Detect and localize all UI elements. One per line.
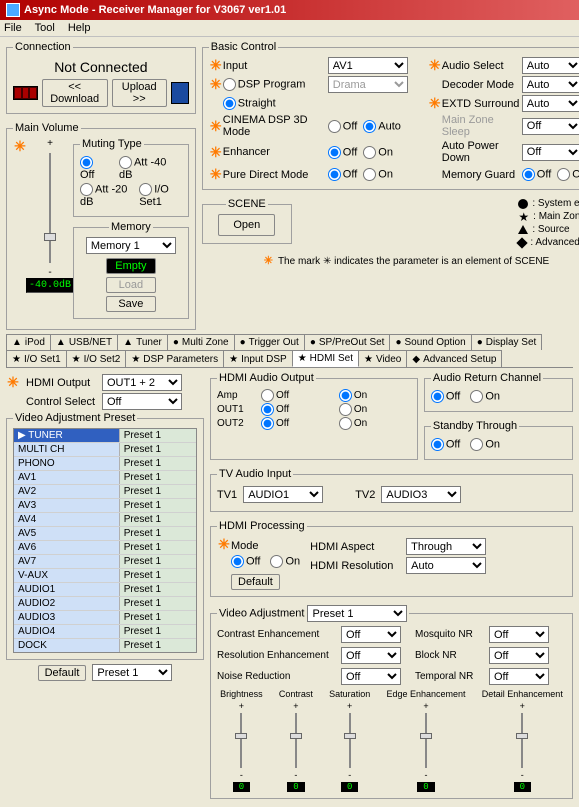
menu-help[interactable]: Help [68, 22, 91, 34]
audio-select[interactable]: Auto [522, 57, 579, 74]
mute-off[interactable]: Off [80, 156, 109, 181]
tab-hdmi-set[interactable]: ★HDMI Set [292, 350, 359, 367]
volume-slider[interactable]: + - -40.0dB [35, 138, 65, 323]
preset-row[interactable]: AV2Preset 1 [14, 485, 196, 499]
memory-group: Memory Memory 1 Empty Load Save [73, 221, 189, 319]
tab-dsp-parameters[interactable]: ★DSP Parameters [125, 350, 224, 367]
dsp-program-radio[interactable]: DSP Program [223, 78, 328, 91]
slider-contrast[interactable]: Contrast+-0 [279, 689, 313, 792]
preset-row[interactable]: AV3Preset 1 [14, 499, 196, 513]
scene-group: SCENE Open [202, 198, 292, 244]
volume-db: -40.0dB [26, 278, 74, 293]
app-icon [6, 3, 20, 17]
connection-status: Not Connected [13, 57, 189, 79]
tab-advanced-setup[interactable]: ◆Advanced Setup [406, 350, 502, 367]
menu-file[interactable]: File [4, 22, 22, 34]
va-preset-select[interactable]: Preset 1 [307, 605, 407, 622]
dsp-program-select[interactable]: Drama [328, 76, 408, 93]
tab-trigger-out[interactable]: ●Trigger Out [234, 334, 305, 350]
slider-detail-enhancement[interactable]: Detail Enhancement+-0 [482, 689, 563, 792]
preset-row[interactable]: MULTI CHPreset 1 [14, 443, 196, 457]
basic-control-group: Basic Control ✳Input AV1 ✳Audio Select A… [202, 41, 579, 190]
memory-load-button: Load [106, 277, 156, 293]
device-icon [171, 82, 189, 104]
hdmi-audio-output-group: HDMI Audio Output Amp Off On OUT1 Off On… [210, 372, 418, 460]
preset-row[interactable]: AV5Preset 1 [14, 527, 196, 541]
tv-audio-group: TV Audio Input TV1 AUDIO1 TV2 AUDIO3 [210, 468, 573, 512]
preset-row[interactable]: AUDIO3Preset 1 [14, 611, 196, 625]
scene-note: ✳ The mark ✳ indicates the parameter is … [202, 254, 579, 267]
main-volume-group: Main Volume ✳ + - -40.0dB Muting Type Of… [6, 122, 196, 330]
extd-select[interactable]: Auto [522, 95, 579, 112]
decoder-select[interactable]: Auto [522, 76, 579, 93]
preset-row[interactable]: AV6Preset 1 [14, 541, 196, 555]
led-indicator [13, 86, 38, 100]
slider-edge-enhancement[interactable]: Edge Enhancement+-0 [386, 689, 465, 792]
slider-saturation[interactable]: Saturation+-0 [329, 689, 370, 792]
tab-sp-preout-set[interactable]: ●SP/PreOut Set [304, 334, 391, 350]
straight-radio[interactable]: Straight [223, 97, 328, 110]
preset-row[interactable]: PCPreset 1 [14, 653, 196, 654]
memory-empty-button[interactable]: Empty [106, 258, 156, 274]
scene-open-button[interactable]: Open [218, 214, 275, 236]
preset-row[interactable]: AUDIO4Preset 1 [14, 625, 196, 639]
window-title: Async Mode - Receiver Manager for V3067 … [24, 4, 286, 16]
hdmi-resolution-select[interactable]: Auto [406, 557, 486, 574]
muting-type-group: Muting Type Off Att -40 dB Att -20 dB I/… [73, 138, 189, 217]
video-adjustment-group: Video Adjustment Preset 1 Contrast Enhan… [210, 605, 573, 799]
tv2-select[interactable]: AUDIO3 [381, 486, 461, 503]
mute-att40[interactable]: Att -40 dB [119, 156, 182, 181]
tv1-select[interactable]: AUDIO1 [243, 486, 323, 503]
sleep-select[interactable]: Off [522, 118, 579, 135]
apd-select[interactable]: Off [522, 144, 579, 161]
mute-att20[interactable]: Att -20 dB [80, 183, 129, 208]
tab-bar: ▲iPod▲USB/NET▲Tuner●Multi Zone●Trigger O… [6, 334, 573, 368]
tab-i-o-set2[interactable]: ★I/O Set2 [66, 350, 127, 367]
memory-save-button[interactable]: Save [106, 296, 156, 312]
scene-mark-icon: ✳ [13, 138, 27, 323]
hdmi-output-select[interactable]: OUT1 + 2 [102, 374, 182, 391]
standby-group: Standby Through Off On [424, 420, 573, 460]
menubar: File Tool Help [0, 20, 579, 37]
preset-row[interactable]: ▶ TUNERPreset 1 [14, 429, 196, 443]
tab-video[interactable]: ★Video [358, 350, 407, 367]
tab-multi-zone[interactable]: ●Multi Zone [167, 334, 235, 350]
preset-row[interactable]: V-AUXPreset 1 [14, 569, 196, 583]
tab-sound-option[interactable]: ●Sound Option [389, 334, 471, 350]
preset-default-button[interactable]: Default [38, 665, 87, 681]
preset-row[interactable]: AUDIO2Preset 1 [14, 597, 196, 611]
input-select[interactable]: AV1 [328, 57, 408, 74]
arc-group: Audio Return Channel Off On [424, 372, 573, 412]
tab-display-set[interactable]: ●Display Set [471, 334, 543, 350]
memory-select[interactable]: Memory 1 [86, 237, 176, 254]
tab-usb-net[interactable]: ▲USB/NET [50, 334, 118, 350]
connection-group: Connection Not Connected << Download Upl… [6, 41, 196, 114]
preset-row[interactable]: AV7Preset 1 [14, 555, 196, 569]
tab-i-o-set1[interactable]: ★I/O Set1 [6, 350, 67, 367]
upload-button[interactable]: Upload >> [112, 79, 167, 107]
preset-row[interactable]: AV1Preset 1 [14, 471, 196, 485]
preset-table[interactable]: ▶ TUNERPreset 1MULTI CHPreset 1PHONOPres… [13, 428, 197, 653]
preset-row[interactable]: AUDIO1Preset 1 [14, 583, 196, 597]
tab-tuner[interactable]: ▲Tuner [117, 334, 168, 350]
hdmi-aspect-select[interactable]: Through [406, 538, 486, 555]
download-button[interactable]: << Download [42, 79, 108, 107]
titlebar: Async Mode - Receiver Manager for V3067 … [0, 0, 579, 20]
control-select[interactable]: Off [102, 393, 182, 410]
preset-row[interactable]: AV4Preset 1 [14, 513, 196, 527]
video-adjust-preset-group: Video Adjustment Preset ▶ TUNERPreset 1M… [6, 412, 204, 660]
slider-brightness[interactable]: Brightness+-0 [220, 689, 263, 792]
tab-input-dsp[interactable]: ★Input DSP [223, 350, 293, 367]
mute-ioset1[interactable]: I/O Set1 [139, 183, 182, 208]
tab-ipod[interactable]: ▲iPod [6, 334, 51, 350]
proc-default-button[interactable]: Default [231, 574, 280, 590]
hdmi-processing-group: HDMI Processing ✳Mode Off On Default HDM… [210, 520, 573, 597]
preset-row[interactable]: DOCKPreset 1 [14, 639, 196, 653]
preset-bottom-select[interactable]: Preset 1 [92, 664, 172, 681]
symbol-legend: : System etc. ★: Main Zone : Source : Ad… [518, 198, 579, 248]
menu-tool[interactable]: Tool [35, 22, 55, 34]
preset-row[interactable]: PHONOPreset 1 [14, 457, 196, 471]
